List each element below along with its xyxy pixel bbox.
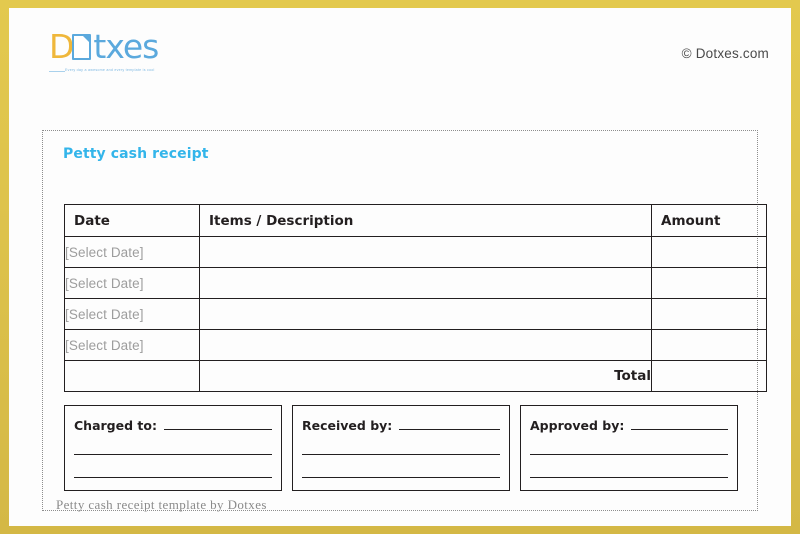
amount-field[interactable] [651,329,767,361]
signature-input-line[interactable] [631,428,728,430]
signature-heading: Approved by: [530,418,728,433]
description-field[interactable] [199,267,652,299]
signature-heading: Charged to: [74,418,272,433]
column-header-description: Items / Description [199,204,652,237]
logo-letter-d: D [49,27,74,66]
date-select-field[interactable]: [Select Date] [64,267,200,299]
total-value-field[interactable] [651,360,767,392]
footer-note: Petty cash receipt template by Dotxes [56,497,267,512]
date-select-field[interactable]: [Select Date] [64,236,200,268]
amount-field[interactable] [651,236,767,268]
signature-box-charged-to: Charged to: [64,405,282,491]
table-row: [Select Date] [64,236,767,268]
table-row: [Select Date] [64,298,767,330]
document-icon [72,34,92,60]
signature-extra-line[interactable] [74,453,272,455]
signature-extra-line[interactable] [302,453,500,455]
document-header: D txes Every day a awesome and every tem… [9,8,791,128]
table-row: [Select Date] [64,267,767,299]
total-row: Total [64,360,767,392]
receipt-container: Petty cash receipt Date Items / Descript… [42,130,767,511]
items-table: Date Items / Description Amount [Select … [64,204,767,392]
signature-input-line[interactable] [163,428,272,430]
amount-field[interactable] [651,267,767,299]
page-frame: D txes Every day a awesome and every tem… [0,0,800,534]
description-field[interactable] [199,298,652,330]
column-header-amount: Amount [651,204,767,237]
logo-letters-txes: txes [93,27,159,66]
total-label: Total [199,360,652,392]
signature-box-approved-by: Approved by: [520,405,738,491]
signature-extra-line[interactable] [302,476,500,478]
brand-logo[interactable]: D txes Every day a awesome and every tem… [49,30,249,88]
signature-input-line[interactable] [399,428,500,430]
tagline-rule [49,71,65,72]
page-title: Petty cash receipt [63,146,209,162]
column-header-date: Date [64,204,200,237]
signature-row: Charged to: Received by: Approved by: [64,405,738,491]
document-sheet: D txes Every day a awesome and every tem… [9,8,791,526]
date-select-field[interactable]: [Select Date] [64,329,200,361]
signature-label: Received by: [302,418,393,433]
date-select-field[interactable]: [Select Date] [64,298,200,330]
copyright-notice: © Dotxes.com [681,46,769,61]
brand-wordmark: D txes [49,27,159,66]
signature-extra-line[interactable] [74,476,272,478]
amount-field[interactable] [651,298,767,330]
brand-tagline: Every day a awesome and every template i… [65,68,155,72]
signature-extra-line[interactable] [530,476,728,478]
table-header-row: Date Items / Description Amount [64,204,767,237]
signature-extra-line[interactable] [530,453,728,455]
signature-box-received-by: Received by: [292,405,510,491]
signature-label: Approved by: [530,418,625,433]
signature-heading: Received by: [302,418,500,433]
description-field[interactable] [199,329,652,361]
table-row: [Select Date] [64,329,767,361]
description-field[interactable] [199,236,652,268]
signature-label: Charged to: [74,418,157,433]
total-spacer [64,360,200,392]
